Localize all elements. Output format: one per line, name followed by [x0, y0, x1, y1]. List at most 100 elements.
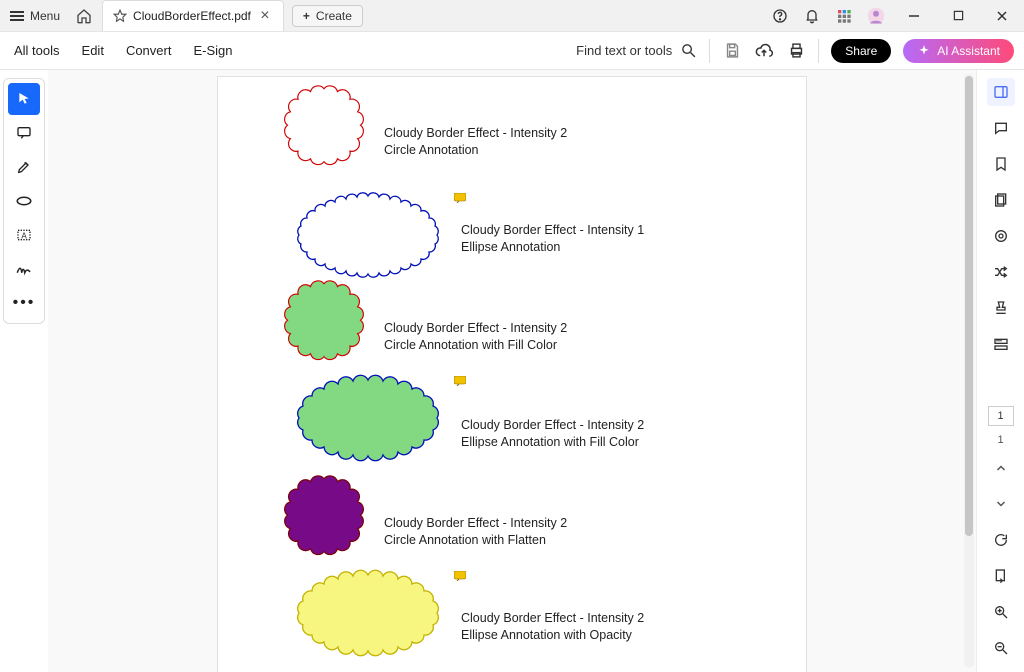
- menu-esign[interactable]: E-Sign: [189, 43, 236, 58]
- window-maximize[interactable]: [936, 0, 980, 31]
- apps-icon: [836, 8, 852, 24]
- annotation-label: Cloudy Border Effect - Intensity 2: [461, 418, 644, 432]
- plus-icon: +: [303, 9, 310, 23]
- tab-title: CloudBorderEffect.pdf: [133, 9, 251, 23]
- search-icon: [680, 42, 697, 59]
- shuffle-icon: [993, 264, 1009, 280]
- print-icon: [788, 42, 805, 59]
- annotation-cloud-ellipse-yellow[interactable]: [276, 567, 460, 663]
- avatar-icon: [867, 7, 885, 25]
- save-button[interactable]: [722, 41, 742, 61]
- lasso-icon: [15, 194, 33, 208]
- pdf-page[interactable]: Cloudy Border Effect - Intensity 2 Circl…: [217, 76, 807, 672]
- find-label: Find text or tools: [576, 43, 672, 58]
- menu-edit[interactable]: Edit: [78, 43, 108, 58]
- annotation-label: Cloudy Border Effect - Intensity 2: [384, 321, 567, 335]
- upload-button[interactable]: [754, 41, 774, 61]
- page-down[interactable]: [987, 490, 1015, 518]
- highlight-tool[interactable]: [8, 151, 40, 183]
- annotation-label: Cloudy Border Effect - Intensity 2: [384, 516, 567, 530]
- home-icon: [76, 8, 92, 24]
- close-icon: [996, 10, 1008, 22]
- more-icon: •••: [13, 294, 36, 312]
- target-panel[interactable]: [987, 222, 1015, 250]
- minimize-icon: [908, 10, 920, 22]
- ai-assistant-label: AI Assistant: [937, 44, 1000, 58]
- select-tool[interactable]: [8, 83, 40, 115]
- zoom-out-icon: [993, 640, 1009, 656]
- sign-tool[interactable]: [8, 253, 40, 285]
- share-button[interactable]: Share: [831, 39, 891, 63]
- panel-toggle[interactable]: [987, 78, 1015, 106]
- zoom-in-button[interactable]: [987, 598, 1015, 626]
- note-icon[interactable]: [454, 193, 466, 203]
- ai-assistant-button[interactable]: AI Assistant: [903, 39, 1014, 63]
- hamburger-icon: [10, 11, 24, 21]
- ruler-icon: [993, 336, 1009, 352]
- bookmarks-panel[interactable]: [987, 150, 1015, 178]
- sparkle-icon: [917, 44, 931, 58]
- apps-button[interactable]: [828, 0, 860, 31]
- divider: [818, 39, 819, 63]
- save-icon: [724, 42, 741, 59]
- page-number-input[interactable]: 1: [988, 406, 1014, 426]
- pages-icon: [993, 192, 1009, 208]
- find-tool[interactable]: Find text or tools: [576, 42, 697, 59]
- target-icon: [993, 228, 1009, 244]
- page-up[interactable]: [987, 454, 1015, 482]
- help-icon: [772, 8, 788, 24]
- annotation-label: Circle Annotation with Fill Color: [384, 338, 557, 352]
- create-label: Create: [316, 9, 352, 23]
- vertical-scrollbar[interactable]: [964, 74, 974, 668]
- annotation-cloud-ellipse-blue[interactable]: [276, 187, 460, 283]
- annotation-label: Cloudy Border Effect - Intensity 2: [461, 611, 644, 625]
- annotation-cloud-circle-purple[interactable]: [276, 472, 372, 568]
- annotation-cloud-circle-red[interactable]: [276, 82, 372, 178]
- annotation-label: Ellipse Annotation with Opacity: [461, 628, 632, 642]
- account-avatar[interactable]: [860, 0, 892, 31]
- create-button[interactable]: + Create: [292, 5, 363, 27]
- home-button[interactable]: [70, 0, 98, 31]
- comments-panel[interactable]: [987, 114, 1015, 142]
- window-close[interactable]: [980, 0, 1024, 31]
- doc-arrow-icon: [993, 568, 1009, 584]
- note-icon[interactable]: [454, 376, 466, 386]
- highlight-icon: [16, 159, 32, 175]
- zoom-out-button[interactable]: [987, 634, 1015, 662]
- comment-icon: [16, 125, 32, 141]
- note-icon[interactable]: [454, 571, 466, 581]
- textbox-tool[interactable]: A: [8, 219, 40, 251]
- more-tools[interactable]: •••: [8, 287, 40, 319]
- page-current: 1: [997, 410, 1003, 422]
- notifications-button[interactable]: [796, 0, 828, 31]
- maximize-icon: [953, 10, 964, 21]
- thumbnails-panel[interactable]: [987, 186, 1015, 214]
- chat-icon: [993, 120, 1009, 136]
- draw-tool[interactable]: [8, 185, 40, 217]
- help-button[interactable]: [764, 0, 796, 31]
- print-button[interactable]: [786, 41, 806, 61]
- close-tab-button[interactable]: ×: [257, 7, 273, 25]
- textbox-icon: A: [16, 227, 32, 243]
- comment-tool[interactable]: [8, 117, 40, 149]
- menu-all-tools[interactable]: All tools: [10, 43, 64, 58]
- annotation-label: Cloudy Border Effect - Intensity 2: [384, 126, 567, 140]
- rotate-button[interactable]: [987, 526, 1015, 554]
- page-display-button[interactable]: [987, 562, 1015, 590]
- scrollbar-thumb[interactable]: [965, 76, 973, 536]
- annotation-label: Circle Annotation: [384, 143, 479, 157]
- annotation-label: Circle Annotation with Flatten: [384, 533, 546, 547]
- star-icon: [113, 9, 127, 23]
- document-tab[interactable]: CloudBorderEffect.pdf ×: [102, 0, 284, 31]
- annotation-cloud-ellipse-green[interactable]: [276, 372, 460, 468]
- panel-icon: [993, 84, 1009, 100]
- shuffle-panel[interactable]: [987, 258, 1015, 286]
- menu-button[interactable]: Menu: [0, 0, 70, 31]
- ruler-panel[interactable]: [987, 330, 1015, 358]
- cursor-icon: [16, 91, 32, 107]
- annotation-cloud-circle-green[interactable]: [276, 277, 372, 373]
- cloud-up-icon: [755, 42, 773, 60]
- menu-convert[interactable]: Convert: [122, 43, 176, 58]
- stamp-panel[interactable]: [987, 294, 1015, 322]
- window-minimize[interactable]: [892, 0, 936, 31]
